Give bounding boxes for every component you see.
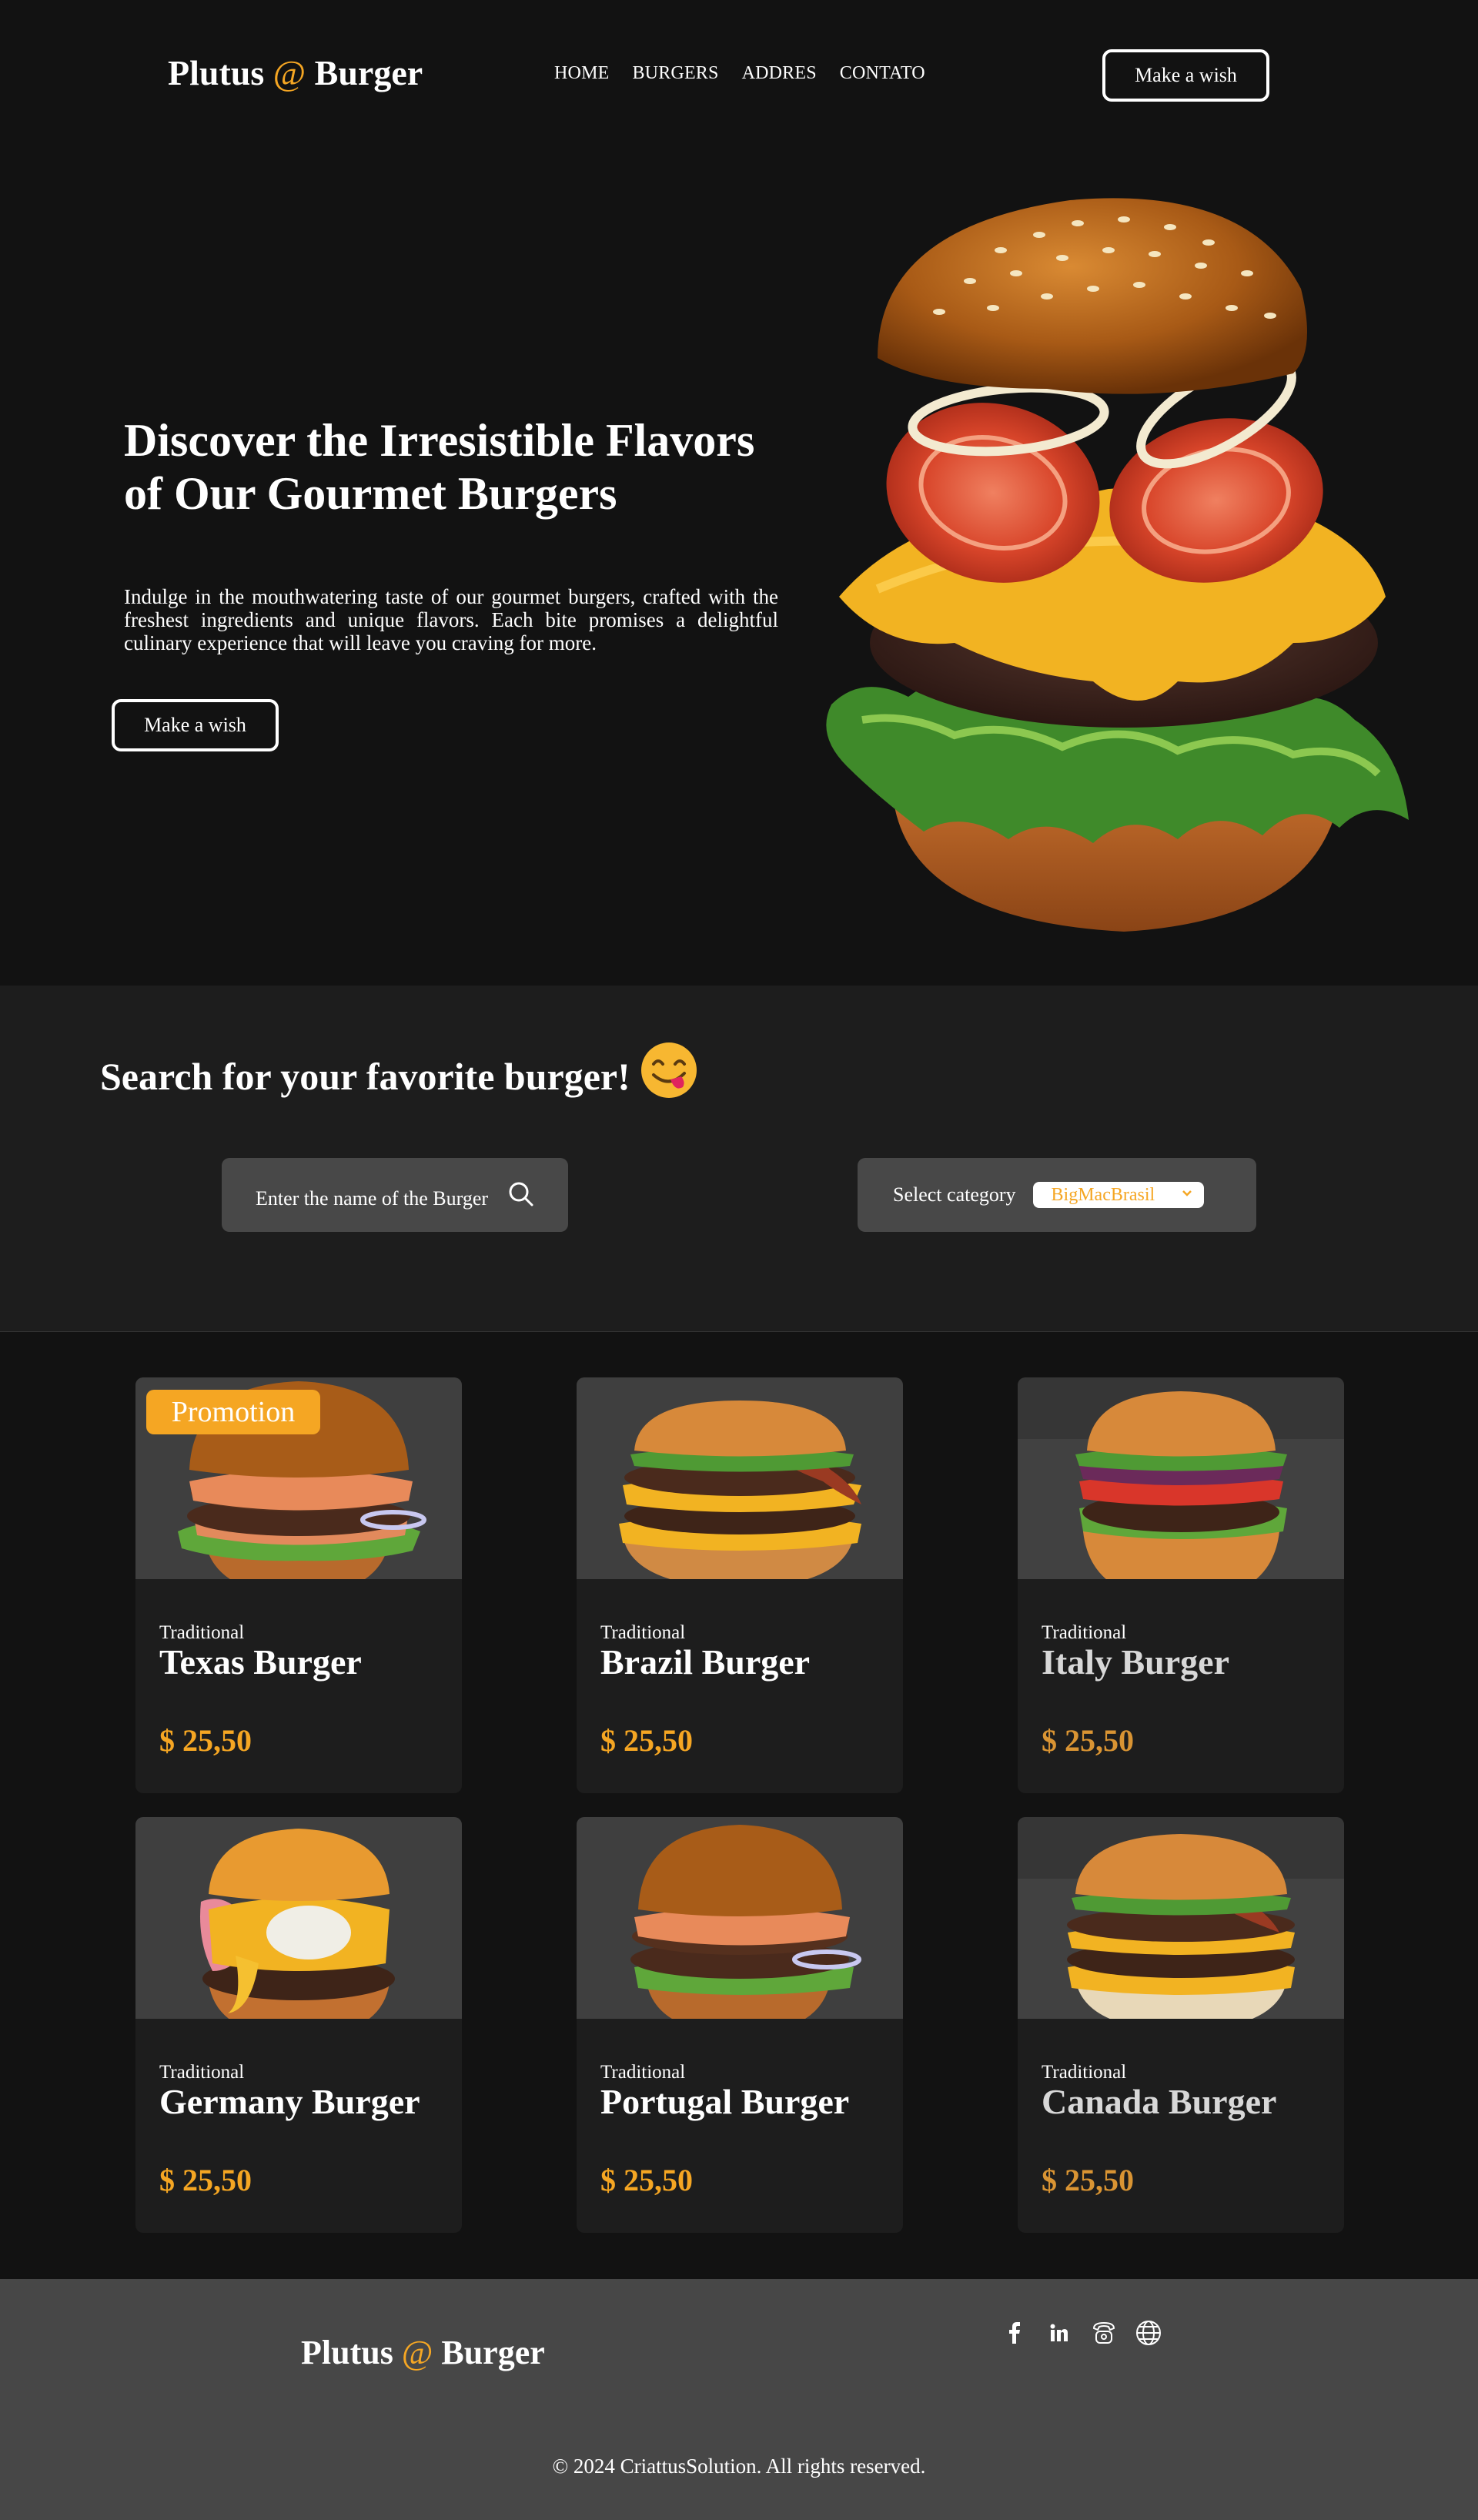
burger-card[interactable]: Traditional Germany Burger $ 25,50 [135,1817,462,2233]
burger-price: $ 25,50 [1042,1723,1134,1758]
category-filter: Select category BigMacBrasil [858,1158,1256,1232]
brand-name-end: Burger [314,53,423,92]
main-nav: HOME BURGERS ADDRES CONTATO [554,63,925,84]
category-label: Select category [893,1183,1016,1206]
promotion-badge: Promotion [146,1390,320,1434]
phone-icon[interactable] [1090,2319,1118,2347]
burger-card[interactable]: Traditional Portugal Burger $ 25,50 [577,1817,903,2233]
burger-name: Texas Burger [159,1642,362,1682]
footer-brand-logo[interactable]: Plutus @ Burger [301,2333,545,2372]
brand-name-start: Plutus [168,53,265,92]
burger-card[interactable]: Promotion Traditional Texas Burger $ 25,… [135,1377,462,1793]
burger-image-area [135,1817,462,2036]
burger-name: Canada Burger [1042,2082,1277,2121]
search-icon[interactable] [508,1181,534,1207]
burger-card[interactable]: Traditional Brazil Burger $ 25,50 [577,1377,903,1793]
globe-icon[interactable] [1135,2319,1162,2347]
burger-name: Italy Burger [1042,1642,1230,1682]
search-title: Search for your favorite burger! [100,1042,698,1106]
linkedin-icon[interactable] [1045,2319,1073,2347]
burger-price: $ 25,50 [159,1723,252,1758]
search-section: Search for your favorite burger! Enter t… [0,986,1478,1332]
nav-item-home[interactable]: HOME [554,63,609,84]
burger-image-area [1018,1377,1344,1601]
burger-name: Brazil Burger [600,1642,811,1682]
hero-title: Discover the Irresistible Flavors of Our… [124,415,755,519]
brand-name-end: Burger [441,2334,545,2371]
burger-price: $ 25,50 [159,2163,252,2197]
brand-logo[interactable]: Plutus @ Burger [168,52,423,93]
site-footer: Plutus @ Burger © 2024 CriattusSolution.… [0,2279,1478,2520]
burger-image [1067,1834,1295,2031]
burger-image [619,1401,861,1589]
brand-name-start: Plutus [301,2334,393,2371]
search-input-placeholder: Enter the name of the Burger [256,1187,489,1210]
burger-image [200,1829,395,2036]
burger-type: Traditional [159,1622,245,1643]
hero-burger-image [826,198,1409,932]
burger-price: $ 25,50 [600,2163,693,2197]
hero-description: Indulge in the mouthwatering taste of ou… [124,585,778,654]
burger-card[interactable]: Traditional Italy Burger $ 25,50 [1018,1377,1344,1793]
hero-make-wish-button[interactable]: Make a wish [112,699,279,751]
burger-image-area [577,1377,903,1589]
burger-image [1075,1391,1287,1601]
burger-type: Traditional [600,1622,686,1643]
chevron-down-icon [1182,1190,1192,1196]
burger-card[interactable]: Traditional Canada Burger $ 25,50 [1018,1817,1344,2233]
burger-type: Traditional [1042,2062,1127,2083]
burger-name: Germany Burger [159,2082,420,2121]
facebook-icon[interactable] [1001,2319,1028,2347]
nav-item-address[interactable]: ADDRES [742,63,817,84]
burger-image [630,1825,861,2034]
brand-at-symbol: @ [401,2334,433,2371]
nav-item-burgers[interactable]: BURGERS [632,63,718,84]
burger-image-area [1018,1817,1344,2031]
burger-type: Traditional [159,2062,245,2083]
search-input[interactable]: Enter the name of the Burger [222,1158,568,1232]
search-title-text: Search for your favorite burger! [100,1055,630,1098]
burger-menu: Promotion Traditional Texas Burger $ 25,… [0,1332,1478,2279]
burger-price: $ 25,50 [600,1723,693,1758]
copyright-text: © 2024 CriattusSolution. All rights rese… [552,2455,926,2478]
burger-type: Traditional [600,2062,686,2083]
site-header: Plutus @ Burger HOME BURGERS ADDRES CONT… [0,0,1478,154]
header-make-wish-button[interactable]: Make a wish [1102,49,1269,102]
brand-at-symbol: @ [273,53,306,92]
burger-type: Traditional [1042,1622,1127,1643]
burger-price: $ 25,50 [1042,2163,1134,2197]
category-select[interactable]: BigMacBrasil [1032,1182,1204,1208]
yum-emoji-icon [640,1042,697,1098]
burger-image-area [577,1817,903,2034]
category-selected-value: BigMacBrasil [1051,1184,1155,1205]
nav-item-contact[interactable]: CONTATO [840,63,925,84]
social-links [1001,2319,1162,2347]
hero-section: Discover the Irresistible Flavors of Our… [0,154,1478,986]
burger-name: Portugal Burger [600,2082,850,2121]
